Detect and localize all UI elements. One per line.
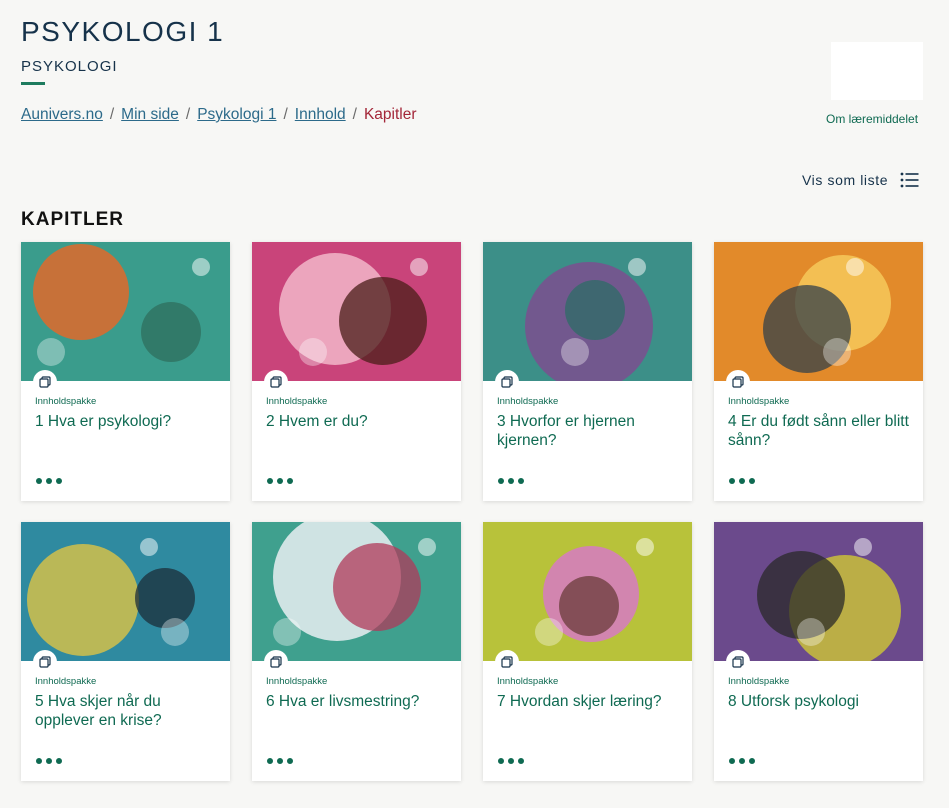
card-title[interactable]: 1 Hva er psykologi? [35,412,220,431]
card-title[interactable]: 3 Hvorfor er hjernen kjernen? [497,412,682,450]
breadcrumb-separator: / [283,106,288,123]
chapter-illustration [21,242,230,381]
card-type-label: Innholdspakke [266,676,328,687]
view-as-list-button[interactable]: Vis som liste [802,172,919,188]
chapter-card[interactable]: Innholdspakke 7 Hvordan skjer læring? [483,522,692,781]
copy-icon [264,370,288,394]
chapter-card[interactable]: Innholdspakke 4 Er du født sånn eller bl… [714,242,923,501]
more-options-button[interactable] [36,478,62,484]
breadcrumb-link-aunivers[interactable]: Aunivers.no [21,106,103,124]
page-subtitle: PSYKOLOGI [21,58,118,75]
breadcrumb-link-psykologi-1[interactable]: Psykologi 1 [197,106,276,124]
card-title[interactable]: 4 Er du født sånn eller blitt sånn? [728,412,913,450]
card-type-label: Innholdspakke [497,676,559,687]
breadcrumb-separator: / [352,106,357,123]
card-type-label: Innholdspakke [728,676,790,687]
more-options-button[interactable] [267,478,293,484]
copy-icon [33,370,57,394]
breadcrumb-link-min-side[interactable]: Min side [121,106,179,124]
breadcrumb-current: Kapitler [363,106,417,123]
chapter-illustration [714,242,923,381]
about-link[interactable]: Om læremiddelet [826,112,918,126]
view-as-list-label: Vis som liste [802,172,889,188]
chapter-card[interactable]: Innholdspakke 6 Hva er livsmestring? [252,522,461,781]
breadcrumb: Aunivers.no / Min side / Psykologi 1 / I… [21,106,417,124]
section-title: KAPITLER [21,209,124,230]
chapter-card[interactable]: Innholdspakke 8 Utforsk psykologi [714,522,923,781]
chapter-card[interactable]: Innholdspakke 3 Hvorfor er hjernen kjern… [483,242,692,501]
more-options-button[interactable] [267,758,293,764]
chapter-illustration [483,522,692,661]
more-options-button[interactable] [729,478,755,484]
breadcrumb-separator: / [109,106,115,123]
chapter-grid: Innholdspakke 1 Hva er psykologi? Innhol… [21,242,923,781]
copy-icon [495,650,519,674]
chapter-illustration [483,242,692,381]
copy-icon [33,650,57,674]
list-icon [900,172,919,188]
chapter-card[interactable]: Innholdspakke 1 Hva er psykologi? [21,242,230,501]
subtitle-underline [21,82,45,85]
breadcrumb-link-innhold[interactable]: Innhold [295,106,346,124]
card-type-label: Innholdspakke [728,396,790,407]
chapter-illustration [714,522,923,661]
copy-icon [726,370,750,394]
card-title[interactable]: 5 Hva skjer når du opplever en krise? [35,692,220,730]
breadcrumb-separator: / [185,106,191,123]
chapter-card[interactable]: Innholdspakke 2 Hvem er du? [252,242,461,501]
card-type-label: Innholdspakke [497,396,559,407]
card-title[interactable]: 6 Hva er livsmestring? [266,692,451,711]
copy-icon [495,370,519,394]
card-type-label: Innholdspakke [35,676,97,687]
copy-icon [726,650,750,674]
chapter-illustration [252,242,461,381]
more-options-button[interactable] [498,758,524,764]
chapter-illustration [252,522,461,661]
chapter-card[interactable]: Innholdspakke 5 Hva skjer når du oppleve… [21,522,230,781]
more-options-button[interactable] [498,478,524,484]
card-title[interactable]: 2 Hvem er du? [266,412,451,431]
more-options-button[interactable] [729,758,755,764]
card-type-label: Innholdspakke [35,396,97,407]
copy-icon [264,650,288,674]
more-options-button[interactable] [36,758,62,764]
publisher-logo [831,42,923,100]
card-title[interactable]: 8 Utforsk psykologi [728,692,913,711]
card-title[interactable]: 7 Hvordan skjer læring? [497,692,682,711]
page-title: PSYKOLOGI 1 [21,16,225,47]
card-type-label: Innholdspakke [266,396,328,407]
chapter-illustration [21,522,230,661]
